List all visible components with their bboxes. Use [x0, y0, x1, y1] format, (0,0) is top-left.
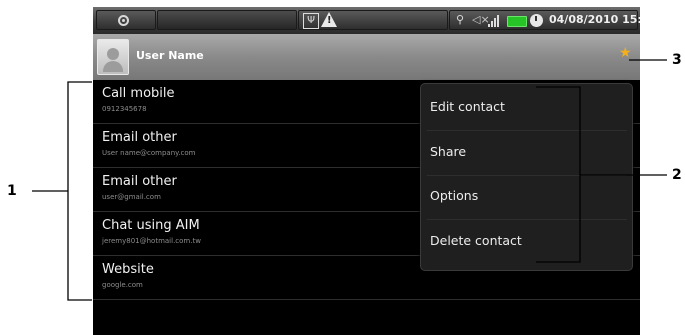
- callout-number-2: 2: [672, 167, 682, 183]
- callout-number-3: 3: [672, 52, 682, 68]
- callout-bracket-1: [67, 81, 92, 301]
- callout-lines: [32, 59, 667, 301]
- callout-number-1: 1: [7, 183, 17, 199]
- callout-bracket-2: [536, 86, 581, 263]
